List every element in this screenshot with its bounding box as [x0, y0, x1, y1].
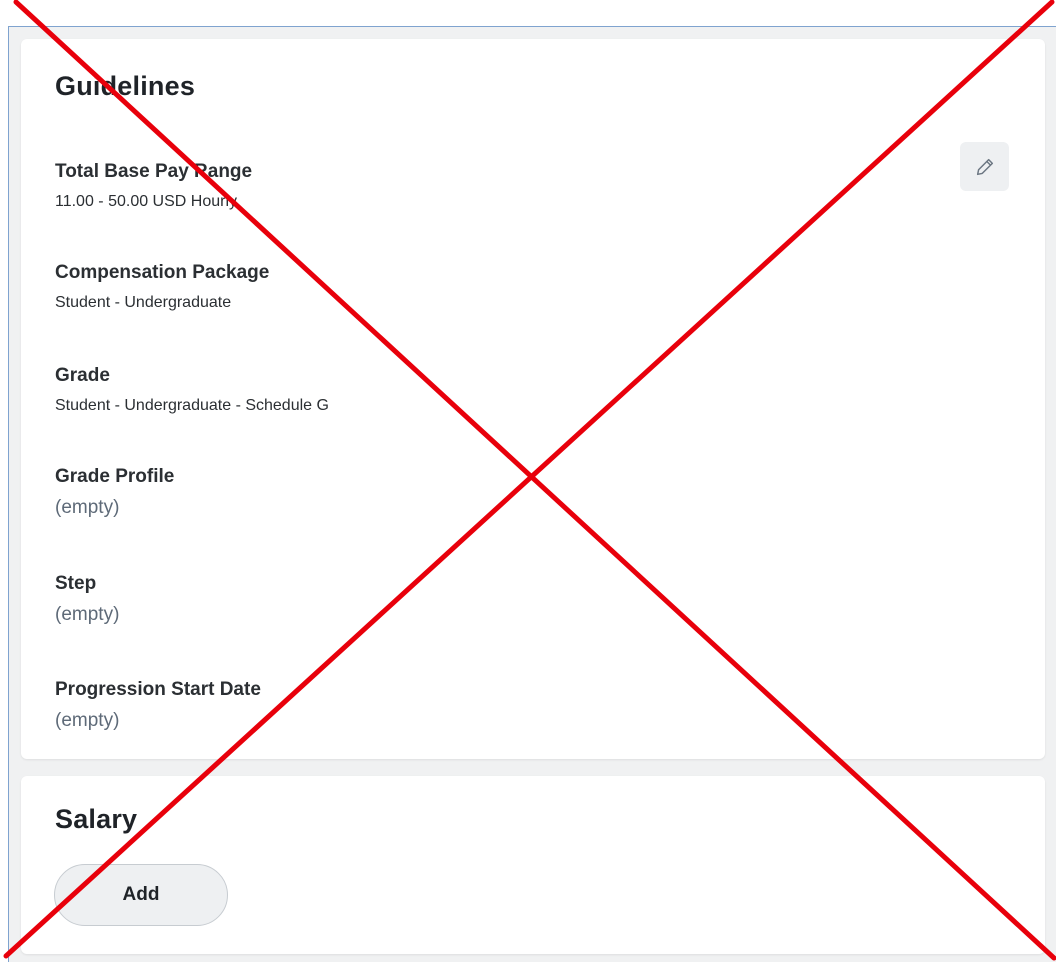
- field-compensation-package: Compensation Package Student - Undergrad…: [55, 261, 269, 313]
- field-value: Student - Undergraduate - Schedule G: [55, 397, 329, 414]
- field-label: Progression Start Date: [55, 679, 261, 700]
- field-step: Step (empty): [55, 572, 119, 625]
- field-value: (empty): [55, 497, 120, 518]
- guidelines-card: Guidelines Total Base Pay Range 11.00 - …: [21, 39, 1045, 759]
- guidelines-title: Guidelines: [55, 71, 196, 101]
- field-value: (empty): [55, 604, 120, 625]
- salary-title: Salary: [55, 804, 138, 834]
- field-value: (empty): [55, 710, 120, 731]
- field-label: Step: [55, 573, 97, 594]
- field-label: Grade Profile: [55, 466, 175, 487]
- field-grade-profile: Grade Profile (empty): [55, 465, 174, 518]
- field-total-base-pay-range: Total Base Pay Range 11.00 - 50.00 USD H…: [55, 160, 252, 212]
- field-grade: Grade Student - Undergraduate - Schedule…: [55, 364, 329, 416]
- salary-card: Salary Add: [21, 776, 1045, 954]
- field-value: Student - Undergraduate: [55, 294, 232, 311]
- field-progression-start-date: Progression Start Date (empty): [55, 678, 261, 731]
- pencil-icon: [976, 158, 993, 175]
- add-salary-button[interactable]: Add: [54, 864, 228, 926]
- field-label: Total Base Pay Range: [55, 161, 253, 182]
- field-label: Compensation Package: [55, 262, 270, 283]
- edit-button[interactable]: [960, 142, 1009, 191]
- field-value: 11.00 - 50.00 USD Hourly: [55, 193, 238, 210]
- field-label: Grade: [55, 365, 110, 386]
